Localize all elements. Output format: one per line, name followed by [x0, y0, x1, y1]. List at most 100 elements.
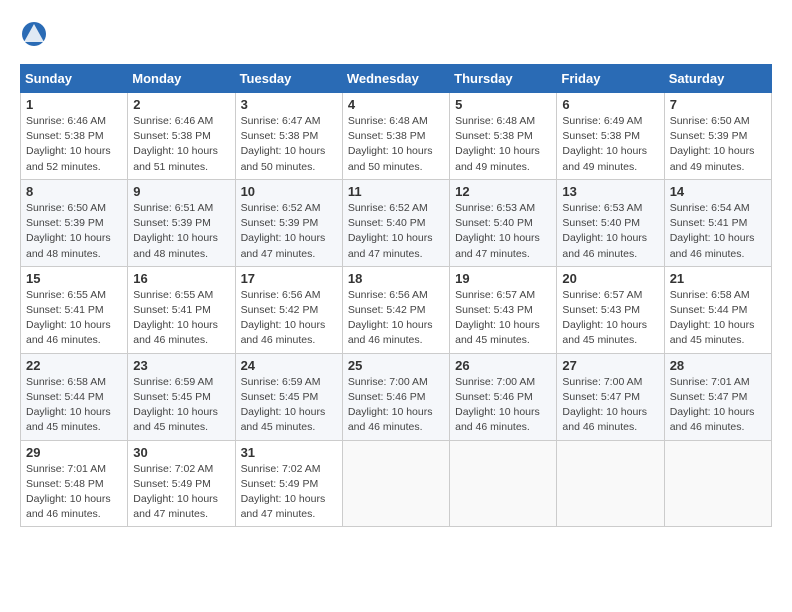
day-number: 5 [455, 97, 551, 112]
calendar-cell: 18 Sunrise: 6:56 AM Sunset: 5:42 PM Dayli… [342, 266, 449, 353]
calendar-cell: 3 Sunrise: 6:47 AM Sunset: 5:38 PM Daylig… [235, 93, 342, 180]
calendar-cell: 22 Sunrise: 6:58 AM Sunset: 5:44 PM Dayli… [21, 353, 128, 440]
calendar-cell: 17Sunrise: 6:56 AM Sunset: 5:42 PM Dayli… [235, 266, 342, 353]
calendar-cell: 21 Sunrise: 6:58 AM Sunset: 5:44 PM Dayli… [664, 266, 771, 353]
day-number: 11 [348, 184, 444, 199]
weekday-header-wednesday: Wednesday [342, 65, 449, 93]
day-info: Sunrise: 6:53 AM Sunset: 5:40 PM Dayligh… [562, 201, 658, 262]
day-info: Sunrise: 6:50 AM Sunset: 5:39 PM Dayligh… [670, 114, 766, 175]
day-number: 23 [133, 358, 229, 373]
calendar-cell: 29 Sunrise: 7:01 AM Sunset: 5:48 PM Dayli… [21, 440, 128, 527]
calendar-header-row: SundayMondayTuesdayWednesdayThursdayFrid… [21, 65, 772, 93]
day-info: Sunrise: 7:00 AM Sunset: 5:46 PM Dayligh… [455, 375, 551, 436]
day-info: Sunrise: 7:01 AM Sunset: 5:47 PM Dayligh… [670, 375, 766, 436]
day-number: 16 [133, 271, 229, 286]
day-info: Sunrise: 6:52 AM Sunset: 5:39 PM Dayligh… [241, 201, 337, 262]
day-info: Sunrise: 6:59 AM Sunset: 5:45 PM Dayligh… [133, 375, 229, 436]
calendar-cell: 19 Sunrise: 6:57 AM Sunset: 5:43 PM Dayli… [450, 266, 557, 353]
day-info: Sunrise: 6:53 AM Sunset: 5:40 PM Dayligh… [455, 201, 551, 262]
day-info: Sunrise: 6:58 AM Sunset: 5:44 PM Dayligh… [26, 375, 122, 436]
day-number: 21 [670, 271, 766, 286]
calendar-cell [557, 440, 664, 527]
calendar-cell: 31Sunrise: 7:02 AM Sunset: 5:49 PM Dayli… [235, 440, 342, 527]
calendar-cell: 15Sunrise: 6:55 AM Sunset: 5:41 PM Dayli… [21, 266, 128, 353]
calendar-week-row: 22 Sunrise: 6:58 AM Sunset: 5:44 PM Dayli… [21, 353, 772, 440]
calendar-cell: 10 Sunrise: 6:52 AM Sunset: 5:39 PM Dayli… [235, 179, 342, 266]
day-info: Sunrise: 6:58 AM Sunset: 5:44 PM Dayligh… [670, 288, 766, 349]
day-info: Sunrise: 6:55 AM Sunset: 5:41 PM Dayligh… [26, 288, 122, 349]
day-info: Sunrise: 6:49 AM Sunset: 5:38 PM Dayligh… [562, 114, 658, 175]
calendar-cell: 20 Sunrise: 6:57 AM Sunset: 5:43 PM Dayli… [557, 266, 664, 353]
weekday-header-saturday: Saturday [664, 65, 771, 93]
day-number: 6 [562, 97, 658, 112]
calendar-cell [664, 440, 771, 527]
day-info: Sunrise: 6:56 AM Sunset: 5:42 PM Dayligh… [348, 288, 444, 349]
day-info: Sunrise: 6:48 AM Sunset: 5:38 PM Dayligh… [348, 114, 444, 175]
calendar-cell: 25 Sunrise: 7:00 AM Sunset: 5:46 PM Dayli… [342, 353, 449, 440]
day-number: 22 [26, 358, 122, 373]
day-info: Sunrise: 6:46 AM Sunset: 5:38 PM Dayligh… [133, 114, 229, 175]
calendar-cell: 30Sunrise: 7:02 AM Sunset: 5:49 PM Dayli… [128, 440, 235, 527]
day-info: Sunrise: 6:54 AM Sunset: 5:41 PM Dayligh… [670, 201, 766, 262]
calendar-cell: 13 Sunrise: 6:53 AM Sunset: 5:40 PM Dayli… [557, 179, 664, 266]
calendar-cell: 4 Sunrise: 6:48 AM Sunset: 5:38 PM Daylig… [342, 93, 449, 180]
calendar-table: SundayMondayTuesdayWednesdayThursdayFrid… [20, 64, 772, 527]
calendar-week-row: 1 Sunrise: 6:46 AM Sunset: 5:38 PM Daylig… [21, 93, 772, 180]
day-number: 20 [562, 271, 658, 286]
day-number: 18 [348, 271, 444, 286]
day-info: Sunrise: 6:57 AM Sunset: 5:43 PM Dayligh… [562, 288, 658, 349]
day-number: 2 [133, 97, 229, 112]
day-info: Sunrise: 6:59 AM Sunset: 5:45 PM Dayligh… [241, 375, 337, 436]
weekday-header-friday: Friday [557, 65, 664, 93]
day-info: Sunrise: 7:01 AM Sunset: 5:48 PM Dayligh… [26, 462, 122, 523]
day-number: 7 [670, 97, 766, 112]
day-number: 24 [241, 358, 337, 373]
day-number: 12 [455, 184, 551, 199]
day-number: 10 [241, 184, 337, 199]
calendar-cell: 28Sunrise: 7:01 AM Sunset: 5:47 PM Dayli… [664, 353, 771, 440]
calendar-cell [342, 440, 449, 527]
day-number: 30 [133, 445, 229, 460]
day-info: Sunrise: 6:48 AM Sunset: 5:38 PM Dayligh… [455, 114, 551, 175]
calendar-cell: 11 Sunrise: 6:52 AM Sunset: 5:40 PM Dayli… [342, 179, 449, 266]
day-info: Sunrise: 6:55 AM Sunset: 5:41 PM Dayligh… [133, 288, 229, 349]
weekday-header-monday: Monday [128, 65, 235, 93]
calendar-cell: 14 Sunrise: 6:54 AM Sunset: 5:41 PM Dayli… [664, 179, 771, 266]
day-number: 9 [133, 184, 229, 199]
calendar-week-row: 8Sunrise: 6:50 AM Sunset: 5:39 PM Daylig… [21, 179, 772, 266]
calendar-cell: 5 Sunrise: 6:48 AM Sunset: 5:38 PM Daylig… [450, 93, 557, 180]
day-number: 26 [455, 358, 551, 373]
calendar-week-row: 15Sunrise: 6:55 AM Sunset: 5:41 PM Dayli… [21, 266, 772, 353]
day-info: Sunrise: 7:00 AM Sunset: 5:46 PM Dayligh… [348, 375, 444, 436]
day-number: 19 [455, 271, 551, 286]
calendar-cell: 23 Sunrise: 6:59 AM Sunset: 5:45 PM Dayli… [128, 353, 235, 440]
page-header [20, 20, 772, 48]
day-number: 25 [348, 358, 444, 373]
day-number: 14 [670, 184, 766, 199]
calendar-cell: 27Sunrise: 7:00 AM Sunset: 5:47 PM Dayli… [557, 353, 664, 440]
calendar-cell: 24 Sunrise: 6:59 AM Sunset: 5:45 PM Dayli… [235, 353, 342, 440]
day-info: Sunrise: 6:50 AM Sunset: 5:39 PM Dayligh… [26, 201, 122, 262]
day-info: Sunrise: 7:02 AM Sunset: 5:49 PM Dayligh… [241, 462, 337, 523]
day-info: Sunrise: 6:57 AM Sunset: 5:43 PM Dayligh… [455, 288, 551, 349]
day-info: Sunrise: 6:51 AM Sunset: 5:39 PM Dayligh… [133, 201, 229, 262]
day-number: 13 [562, 184, 658, 199]
day-info: Sunrise: 7:00 AM Sunset: 5:47 PM Dayligh… [562, 375, 658, 436]
calendar-cell: 6 Sunrise: 6:49 AM Sunset: 5:38 PM Daylig… [557, 93, 664, 180]
day-number: 1 [26, 97, 122, 112]
logo-icon [20, 20, 48, 48]
calendar-cell: 8Sunrise: 6:50 AM Sunset: 5:39 PM Daylig… [21, 179, 128, 266]
calendar-cell: 2 Sunrise: 6:46 AM Sunset: 5:38 PM Daylig… [128, 93, 235, 180]
day-number: 3 [241, 97, 337, 112]
calendar-cell: 1 Sunrise: 6:46 AM Sunset: 5:38 PM Daylig… [21, 93, 128, 180]
day-number: 4 [348, 97, 444, 112]
calendar-cell: 26 Sunrise: 7:00 AM Sunset: 5:46 PM Dayli… [450, 353, 557, 440]
day-info: Sunrise: 6:56 AM Sunset: 5:42 PM Dayligh… [241, 288, 337, 349]
day-info: Sunrise: 6:47 AM Sunset: 5:38 PM Dayligh… [241, 114, 337, 175]
weekday-header-tuesday: Tuesday [235, 65, 342, 93]
weekday-header-thursday: Thursday [450, 65, 557, 93]
day-info: Sunrise: 6:52 AM Sunset: 5:40 PM Dayligh… [348, 201, 444, 262]
calendar-cell: 9 Sunrise: 6:51 AM Sunset: 5:39 PM Daylig… [128, 179, 235, 266]
day-number: 29 [26, 445, 122, 460]
day-info: Sunrise: 6:46 AM Sunset: 5:38 PM Dayligh… [26, 114, 122, 175]
